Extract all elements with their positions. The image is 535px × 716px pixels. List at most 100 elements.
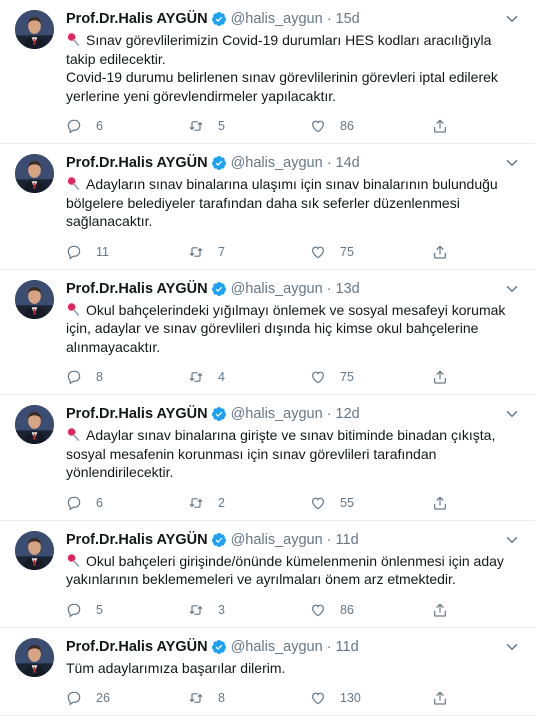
retweet-button[interactable]: 3 (188, 602, 310, 618)
share-button[interactable] (432, 690, 462, 706)
tweet[interactable]: Prof.Dr.Halis AYGÜN@halis_aygun·11dTüm a… (0, 628, 535, 716)
reply-button[interactable]: 26 (66, 690, 188, 706)
heart-icon (310, 244, 340, 260)
tweet[interactable]: Prof.Dr.Halis AYGÜN@halis_aygun·15dSınav… (0, 0, 535, 144)
tweet-header: Prof.Dr.Halis AYGÜN@halis_aygun·11d (66, 638, 523, 656)
like-count: 75 (340, 245, 354, 259)
pushpin-emoji-icon (66, 427, 81, 442)
author-handle[interactable]: @halis_aygun (231, 280, 323, 298)
like-count: 86 (340, 119, 354, 133)
chevron-down-icon[interactable] (503, 531, 521, 549)
tweet-timestamp[interactable]: 11d (336, 531, 359, 549)
share-button[interactable] (432, 495, 462, 511)
tweet-timestamp[interactable]: 13d (336, 280, 360, 298)
pushpin-emoji-icon (66, 176, 81, 191)
author-name[interactable]: Prof.Dr.Halis AYGÜN (66, 10, 208, 28)
avatar[interactable] (15, 405, 54, 444)
author-name[interactable]: Prof.Dr.Halis AYGÜN (66, 638, 208, 656)
author-handle[interactable]: @halis_aygun (231, 531, 323, 549)
chevron-down-icon[interactable] (503, 280, 521, 298)
retweet-count: 4 (218, 370, 225, 384)
verified-badge-icon (211, 639, 227, 655)
like-button[interactable]: 86 (310, 602, 432, 618)
retweet-count: 7 (218, 245, 225, 259)
author-handle[interactable]: @halis_aygun (231, 10, 323, 28)
author-name[interactable]: Prof.Dr.Halis AYGÜN (66, 531, 208, 549)
tweet[interactable]: Prof.Dr.Halis AYGÜN@halis_aygun·12dAdayl… (0, 395, 535, 521)
reply-button[interactable]: 8 (66, 369, 188, 385)
tweet-header: Prof.Dr.Halis AYGÜN@halis_aygun·15d (66, 10, 523, 28)
reply-button[interactable]: 5 (66, 602, 188, 618)
like-button[interactable]: 130 (310, 690, 432, 706)
retweet-button[interactable]: 4 (188, 369, 310, 385)
tweet-timestamp[interactable]: 11d (336, 638, 359, 656)
tweet-feed: Prof.Dr.Halis AYGÜN@halis_aygun·15dSınav… (0, 0, 535, 716)
tweet-timestamp[interactable]: 14d (336, 154, 360, 172)
author-name[interactable]: Prof.Dr.Halis AYGÜN (66, 405, 208, 423)
reply-count: 8 (96, 370, 103, 384)
like-count: 75 (340, 370, 354, 384)
author-handle[interactable]: @halis_aygun (231, 154, 323, 172)
tweet-timestamp[interactable]: 12d (336, 405, 360, 423)
retweet-icon (188, 690, 218, 706)
avatar[interactable] (15, 280, 54, 319)
reply-icon (66, 244, 96, 260)
avatar[interactable] (15, 10, 54, 49)
heart-icon (310, 369, 340, 385)
reply-icon (66, 118, 96, 134)
share-icon (432, 118, 462, 134)
share-button[interactable] (432, 244, 462, 260)
heart-icon (310, 118, 340, 134)
author-name[interactable]: Prof.Dr.Halis AYGÜN (66, 154, 208, 172)
author-handle[interactable]: @halis_aygun (231, 405, 323, 423)
share-button[interactable] (432, 369, 462, 385)
retweet-button[interactable]: 5 (188, 118, 310, 134)
share-button[interactable] (432, 602, 462, 618)
retweet-icon (188, 495, 218, 511)
tweet-text: Okul bahçeleri girişinde/önünde kümelenm… (66, 552, 523, 589)
reply-button[interactable]: 6 (66, 118, 188, 134)
author-name[interactable]: Prof.Dr.Halis AYGÜN (66, 280, 208, 298)
tweet[interactable]: Prof.Dr.Halis AYGÜN@halis_aygun·11dOkul … (0, 521, 535, 628)
tweet-paragraph: Adayların sınav binalarına ulaşımı için … (66, 175, 523, 231)
separator-dot: · (327, 280, 332, 298)
tweet-line: Sınav görevlilerimizin Covid-19 durumlar… (66, 32, 491, 67)
avatar[interactable] (15, 638, 54, 677)
chevron-down-icon[interactable] (503, 10, 521, 28)
like-button[interactable]: 75 (310, 244, 432, 260)
reply-count: 11 (96, 245, 109, 259)
avatar[interactable] (15, 154, 54, 193)
chevron-down-icon[interactable] (503, 638, 521, 656)
chevron-down-icon[interactable] (503, 405, 521, 423)
tweet-text: Tüm adaylarımıza başarılar dilerim. (66, 659, 523, 678)
like-count: 55 (340, 496, 354, 510)
heart-icon (310, 602, 340, 618)
tweet-line: Covid-19 durumu belirlenen sınav görevli… (66, 69, 498, 104)
like-button[interactable]: 75 (310, 369, 432, 385)
tweet-paragraph: Sınav görevlilerimizin Covid-19 durumlar… (66, 31, 523, 68)
retweet-button[interactable]: 7 (188, 244, 310, 260)
author-handle[interactable]: @halis_aygun (231, 638, 323, 656)
tweet[interactable]: Prof.Dr.Halis AYGÜN@halis_aygun·13dOkul … (0, 270, 535, 396)
reply-icon (66, 495, 96, 511)
share-icon (432, 602, 462, 618)
retweet-button[interactable]: 2 (188, 495, 310, 511)
tweet-paragraph: Adaylar sınav binalarına girişte ve sına… (66, 426, 523, 482)
retweet-button[interactable]: 8 (188, 690, 310, 706)
tweet[interactable]: Prof.Dr.Halis AYGÜN@halis_aygun·14dAdayl… (0, 144, 535, 270)
verified-badge-icon (211, 11, 227, 27)
chevron-down-icon[interactable] (503, 154, 521, 172)
tweet-text: Adayların sınav binalarına ulaşımı için … (66, 175, 523, 231)
tweet-header: Prof.Dr.Halis AYGÜN@halis_aygun·11d (66, 531, 523, 549)
reply-button[interactable]: 11 (66, 244, 188, 260)
share-icon (432, 244, 462, 260)
reply-button[interactable]: 6 (66, 495, 188, 511)
avatar[interactable] (15, 531, 54, 570)
retweet-icon (188, 244, 218, 260)
like-button[interactable]: 86 (310, 118, 432, 134)
heart-icon (310, 495, 340, 511)
share-button[interactable] (432, 118, 462, 134)
tweet-actions: 5386 (66, 593, 523, 627)
tweet-timestamp[interactable]: 15d (336, 10, 360, 28)
like-button[interactable]: 55 (310, 495, 432, 511)
